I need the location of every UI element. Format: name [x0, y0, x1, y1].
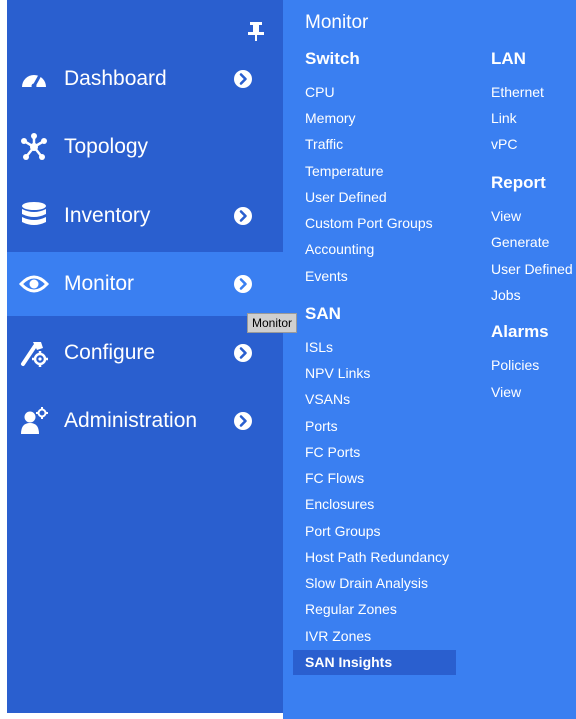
topology-icon: [19, 132, 49, 162]
menu-link-report-view[interactable]: View: [491, 208, 521, 224]
menu-link-link[interactable]: Link: [491, 110, 517, 126]
sidebar-item-dashboard[interactable]: Dashboard: [7, 47, 283, 111]
dashboard-gauge-icon: [19, 64, 49, 94]
menu-link-enclosures[interactable]: Enclosures: [305, 496, 374, 512]
sidebar-item-label: Monitor: [64, 272, 135, 295]
chevron-right-icon[interactable]: [233, 411, 253, 431]
menu-link-alarms-view[interactable]: View: [491, 384, 521, 400]
app-root: Dashboard Topology Inventory Monitor Con…: [0, 0, 576, 719]
menu-link-report-user-defined[interactable]: User Defined: [491, 261, 573, 277]
section-title-switch: Switch: [305, 49, 360, 68]
sidebar-item-inventory[interactable]: Inventory: [7, 184, 283, 248]
sidebar-item-administration[interactable]: Administration: [7, 389, 283, 453]
menu-link-ports[interactable]: Ports: [305, 418, 338, 434]
menu-link-vpc[interactable]: vPC: [491, 136, 517, 152]
sidebar-item-label: Administration: [64, 409, 198, 432]
monitor-tooltip: Monitor: [247, 313, 298, 333]
monitor-flyout-menu: Monitor Switch CPU Memory Traffic Temper…: [283, 0, 576, 719]
menu-link-temperature[interactable]: Temperature: [305, 163, 384, 179]
sidebar-item-label: Dashboard: [64, 67, 167, 90]
menu-link-npv-links[interactable]: NPV Links: [305, 365, 370, 381]
chevron-right-icon[interactable]: [233, 343, 253, 363]
menu-link-slow-drain-analysis[interactable]: Slow Drain Analysis: [305, 575, 428, 591]
menu-link-fc-ports[interactable]: FC Ports: [305, 444, 360, 460]
chevron-right-icon[interactable]: [233, 206, 253, 226]
menu-link-ivr-zones[interactable]: IVR Zones: [305, 628, 371, 644]
database-icon: [19, 201, 49, 231]
menu-link-user-defined[interactable]: User Defined: [305, 189, 387, 205]
chevron-right-icon[interactable]: [233, 274, 253, 294]
menu-link-vsans[interactable]: VSANs: [305, 391, 350, 407]
menu-link-isls[interactable]: ISLs: [305, 339, 333, 355]
section-title-alarms: Alarms: [491, 322, 549, 341]
sidebar-item-label: Configure: [64, 341, 156, 364]
sidebar-item-topology[interactable]: Topology: [7, 115, 283, 179]
menu-link-fc-flows[interactable]: FC Flows: [305, 470, 364, 486]
menu-link-events[interactable]: Events: [305, 268, 348, 284]
pin-icon[interactable]: [245, 20, 267, 42]
menu-link-cpu[interactable]: CPU: [305, 84, 335, 100]
sidebar-nav: Dashboard Topology Inventory Monitor Con…: [7, 0, 283, 713]
sidebar-item-configure[interactable]: Configure: [7, 321, 283, 385]
sidebar-item-label: Topology: [64, 135, 149, 158]
section-title-san: SAN: [305, 304, 341, 323]
flyout-title: Monitor: [305, 12, 369, 33]
menu-link-host-path-redundancy[interactable]: Host Path Redundancy: [305, 549, 449, 565]
eye-icon: [19, 269, 49, 299]
sidebar-item-monitor[interactable]: Monitor: [7, 252, 283, 316]
menu-link-port-groups[interactable]: Port Groups: [305, 523, 380, 539]
menu-link-accounting[interactable]: Accounting: [305, 241, 374, 257]
menu-link-ethernet[interactable]: Ethernet: [491, 84, 544, 100]
menu-link-memory[interactable]: Memory: [305, 110, 356, 126]
menu-link-san-insights[interactable]: SAN Insights: [305, 654, 392, 670]
menu-link-regular-zones[interactable]: Regular Zones: [305, 601, 397, 617]
menu-link-custom-port-groups[interactable]: Custom Port Groups: [305, 215, 433, 231]
menu-link-alarms-policies[interactable]: Policies: [491, 357, 539, 373]
configure-tools-icon: [19, 338, 49, 368]
sidebar-item-label: Inventory: [64, 204, 151, 227]
chevron-right-icon[interactable]: [233, 69, 253, 89]
section-title-lan: LAN: [491, 49, 526, 68]
section-title-report: Report: [491, 173, 546, 192]
menu-link-report-generate[interactable]: Generate: [491, 234, 549, 250]
menu-link-traffic[interactable]: Traffic: [305, 136, 343, 152]
menu-link-report-jobs[interactable]: Jobs: [491, 287, 521, 303]
admin-user-gear-icon: [19, 406, 49, 436]
